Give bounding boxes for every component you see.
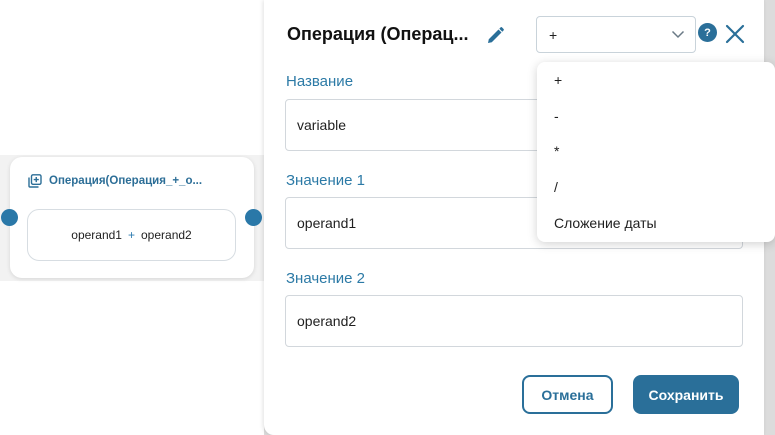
operation-dropdown-menu: + - * / Сложение даты bbox=[537, 62, 775, 242]
cancel-button[interactable]: Отмена bbox=[522, 375, 613, 414]
node-expression: operand1 + operand2 bbox=[27, 209, 236, 261]
node-input-port[interactable] bbox=[1, 209, 18, 226]
node-header: Операция(Операция_+_о... bbox=[28, 174, 202, 188]
node-operator: + bbox=[127, 228, 135, 242]
dialog-title: Операция (Операц... bbox=[287, 24, 469, 44]
edit-title-button[interactable] bbox=[484, 25, 506, 47]
dropdown-option-date-add[interactable]: Сложение даты bbox=[554, 215, 657, 231]
operation-select-value: + bbox=[549, 26, 558, 43]
operation-select[interactable]: + bbox=[536, 16, 696, 53]
node-operand-left: operand1 bbox=[71, 228, 122, 242]
node-title: Операция(Операция_+_о... bbox=[49, 175, 203, 187]
node-operand-right: operand2 bbox=[141, 228, 192, 242]
value2-input[interactable]: operand2 bbox=[285, 295, 743, 347]
name-label: Название bbox=[286, 73, 354, 90]
chevron-down-icon bbox=[671, 30, 685, 39]
add-layers-icon bbox=[28, 174, 42, 188]
dropdown-option-plus[interactable]: + bbox=[554, 72, 562, 88]
help-icon: ? bbox=[704, 26, 711, 39]
dropdown-option-multiply[interactable]: * bbox=[554, 143, 559, 159]
value2-label: Значение 2 bbox=[286, 270, 366, 287]
close-icon bbox=[725, 24, 745, 44]
workflow-canvas[interactable]: Операция(Операция_+_о... operand1 + oper… bbox=[0, 0, 270, 435]
help-button[interactable]: ? bbox=[698, 23, 717, 42]
value1-label: Значение 1 bbox=[286, 172, 366, 189]
pencil-icon bbox=[488, 27, 504, 43]
dropdown-option-divide[interactable]: / bbox=[554, 179, 558, 195]
dropdown-option-minus[interactable]: - bbox=[554, 108, 559, 124]
save-button[interactable]: Сохранить bbox=[633, 375, 739, 414]
close-button[interactable] bbox=[725, 24, 745, 44]
node-output-port[interactable] bbox=[245, 209, 262, 226]
operation-node[interactable]: Операция(Операция_+_о... operand1 + oper… bbox=[10, 157, 254, 278]
